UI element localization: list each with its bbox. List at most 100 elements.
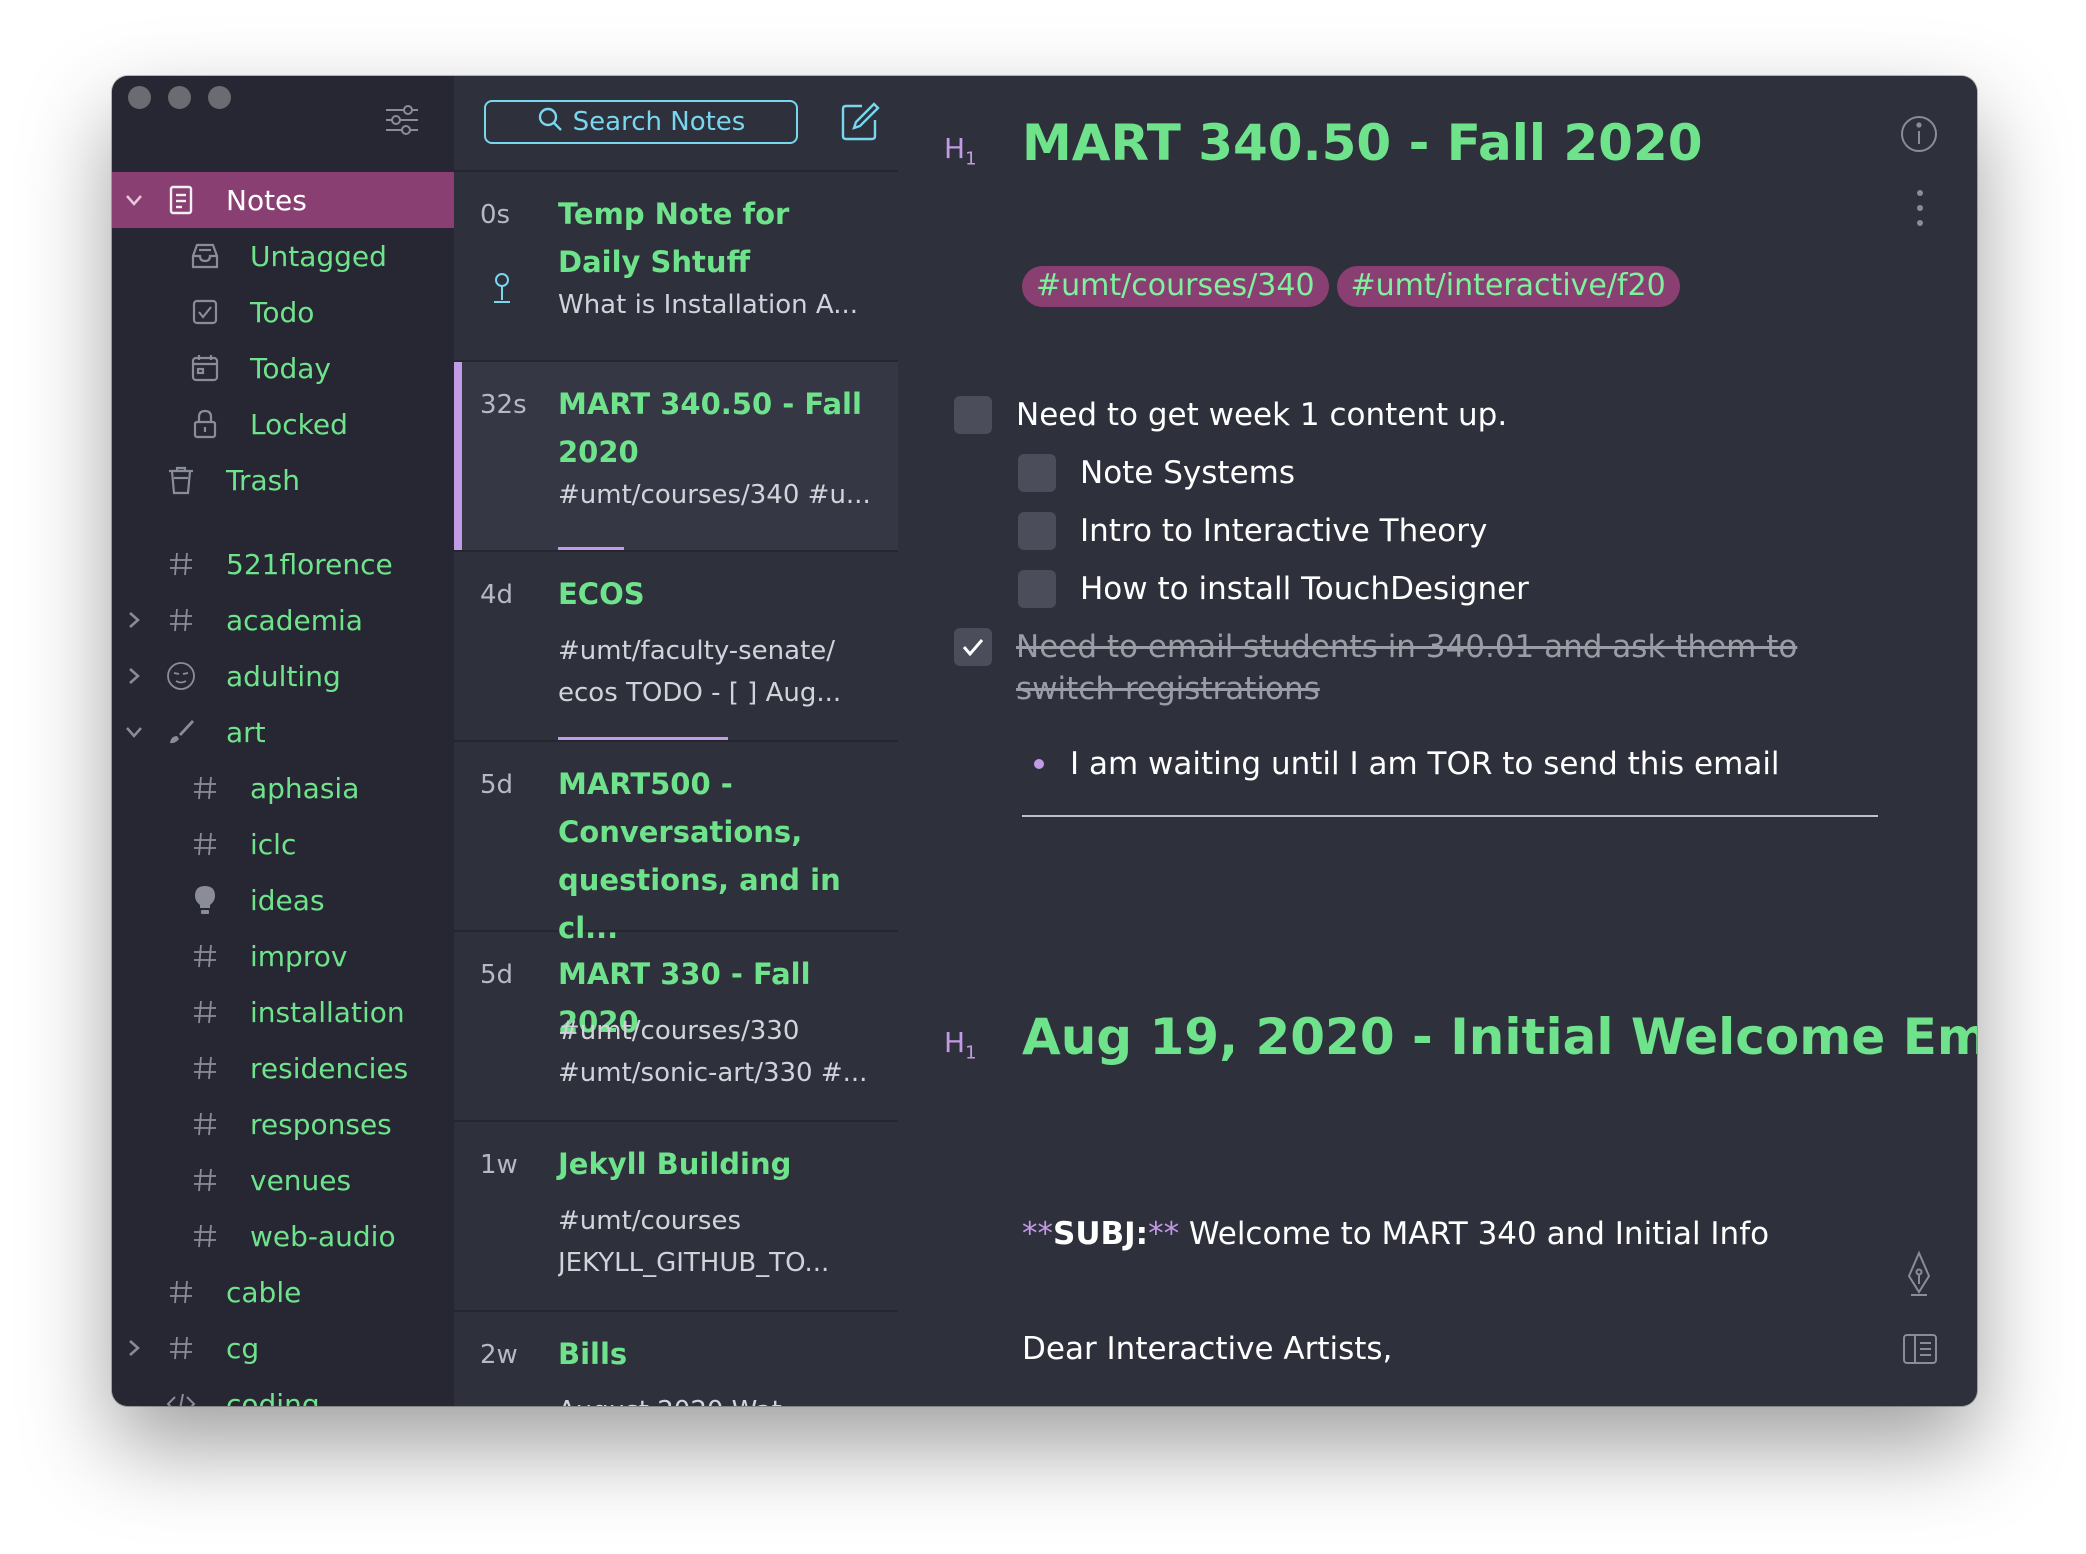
todo-item-done: Need to email students in 340.01 and ask… — [954, 628, 1846, 710]
heading-marker: H1 — [944, 132, 977, 170]
todo-checkbox[interactable] — [1018, 454, 1056, 492]
note-age: 32s — [480, 390, 527, 420]
sidebar-tag-residencies[interactable]: residencies — [112, 1040, 454, 1096]
heading-marker: H1 — [944, 1026, 977, 1064]
sidebar-item-label: Notes — [226, 183, 307, 217]
chevron-right-icon[interactable] — [122, 1336, 146, 1360]
todo-checkbox[interactable] — [1018, 512, 1056, 550]
sidebar-item-label: Todo — [250, 295, 315, 329]
close-window-button[interactable] — [128, 86, 151, 109]
sidebar-item-label: ideas — [250, 883, 325, 917]
sidebar-tag-cable[interactable]: cable — [112, 1264, 454, 1320]
hash-icon — [188, 1163, 222, 1197]
note-age: 1w — [480, 1150, 518, 1180]
hash-icon — [188, 1107, 222, 1141]
compose-icon[interactable] — [838, 100, 882, 144]
note-item[interactable]: 2w Bills August 2020 Wat... — [454, 1312, 898, 1406]
note-title: ECOS — [558, 577, 645, 611]
sidebar-tag-cg[interactable]: cg — [112, 1320, 454, 1376]
tag-pill[interactable]: #umt/courses/340 — [1022, 266, 1329, 307]
chevron-down-icon[interactable] — [122, 188, 146, 212]
sidebar-item-label: academia — [226, 603, 363, 637]
chevron-down-icon[interactable] — [122, 720, 146, 744]
todo-text: Note Systems — [1080, 455, 1295, 491]
sidebar-tag-venues[interactable]: venues — [112, 1152, 454, 1208]
window-controls — [128, 86, 231, 109]
sidebar-tag-coding[interactable]: coding — [112, 1376, 454, 1406]
sidebar-item-locked[interactable]: Locked — [112, 396, 454, 452]
hash-icon — [188, 995, 222, 1029]
sidebar-tag-ideas[interactable]: ideas — [112, 872, 454, 928]
lightbulb-icon — [188, 883, 222, 917]
sidebar-tag-521florence[interactable]: 521florence — [112, 536, 454, 592]
note-item[interactable]: 1w Jekyll Building #umt/courses JEKYLL_G… — [454, 1122, 898, 1312]
search-input[interactable]: Search Notes — [484, 100, 798, 144]
note-title: MART 340.50 - Fall 2020 — [558, 387, 862, 469]
sidebar-item-notes[interactable]: Notes — [112, 172, 454, 228]
note-age: 0s — [480, 200, 511, 230]
bullet-text: I am waiting until I am TOR to send this… — [1070, 746, 1780, 782]
sidebar-tag-academia[interactable]: academia — [112, 592, 454, 648]
sidebar-tag-art[interactable]: art — [112, 704, 454, 760]
chevron-right-icon[interactable] — [122, 608, 146, 632]
note-preview: What is Installation A... — [558, 290, 859, 320]
note-item[interactable]: 5d MART 330 - Fall 2020 #umt/courses/330… — [454, 932, 898, 1122]
todo-checkbox[interactable] — [1018, 570, 1056, 608]
sliders-icon[interactable] — [384, 102, 420, 138]
note-title-heading: MART 340.50 - Fall 2020 — [1022, 114, 1703, 172]
sidebar-item-label: coding — [226, 1387, 320, 1407]
todo-item: Note Systems — [1018, 454, 1295, 494]
lock-icon — [188, 407, 222, 441]
note-item[interactable]: 4d ECOS #umt/faculty-senate/ ecos TODO -… — [454, 552, 898, 742]
sidebar-item-label: improv — [250, 939, 348, 973]
hash-icon — [164, 1331, 198, 1365]
sidebar-item-label: cg — [226, 1331, 260, 1365]
todo-checkbox[interactable] — [954, 396, 992, 434]
sidebar-item-label: 521florence — [226, 547, 393, 581]
todo-item: Need to get week 1 content up. — [954, 396, 1507, 436]
chevron-right-icon[interactable] — [122, 664, 146, 688]
note-item[interactable]: 0s Temp Note for Daily Shtuff What is In… — [454, 172, 898, 362]
pen-icon[interactable] — [1901, 1250, 1937, 1298]
todo-item: Intro to Interactive Theory — [1018, 512, 1487, 552]
note-preview-line2: JEKYLL_GITHUB_TO... — [558, 1248, 830, 1278]
note-age: 2w — [480, 1340, 518, 1370]
hash-icon — [188, 1051, 222, 1085]
sidebar-tag-improv[interactable]: improv — [112, 928, 454, 984]
sidebar-tag-iclc[interactable]: iclc — [112, 816, 454, 872]
tag-pill[interactable]: #umt/interactive/f20 — [1336, 266, 1680, 307]
sidebar-item-label: art — [226, 715, 266, 749]
note-item[interactable]: 5d MART500 - Conversations, questions, a… — [454, 742, 898, 945]
sidebar-item-label: iclc — [250, 827, 297, 861]
horizontal-rule — [1022, 815, 1878, 817]
sidebar-tag-aphasia[interactable]: aphasia — [112, 760, 454, 816]
info-icon[interactable] — [1899, 114, 1939, 154]
note-item-selected[interactable]: 32s MART 340.50 - Fall 2020 #umt/courses… — [454, 362, 898, 552]
minimize-window-button[interactable] — [168, 86, 191, 109]
note-preview: #umt/courses/330 — [558, 1016, 800, 1046]
todo-checkbox-checked[interactable] — [954, 628, 992, 666]
more-vertical-icon[interactable] — [1913, 188, 1927, 228]
subject-line: **SUBJ:** Welcome to MART 340 and Initia… — [1022, 1216, 1770, 1252]
note-progress — [558, 547, 624, 550]
sidebar-tag-adulting[interactable]: adulting — [112, 648, 454, 704]
sidebar-item-today[interactable]: Today — [112, 340, 454, 396]
sidebar-item-untagged[interactable]: Untagged — [112, 228, 454, 284]
hash-icon — [164, 1275, 198, 1309]
note-preview-line2: ecos TODO - [ ] Aug... — [558, 678, 842, 708]
sidebar-item-label: venues — [250, 1163, 352, 1197]
sidebar-item-todo[interactable]: Todo — [112, 284, 454, 340]
zoom-window-button[interactable] — [208, 86, 231, 109]
sidebar-toggle-icon[interactable] — [1901, 1330, 1939, 1368]
inbox-icon — [188, 239, 222, 273]
note-progress — [558, 737, 728, 740]
sidebar-tag-web-audio[interactable]: web-audio — [112, 1208, 454, 1264]
sidebar-list: Notes Untagged Todo Today Locked Trash 5… — [112, 172, 454, 1406]
sidebar-tag-installation[interactable]: installation — [112, 984, 454, 1040]
sidebar-tag-responses[interactable]: responses — [112, 1096, 454, 1152]
editor-pane[interactable]: H1 MART 340.50 - Fall 2020 #umt/courses/… — [898, 76, 1977, 1406]
sidebar-item-trash[interactable]: Trash — [112, 452, 454, 508]
trash-icon — [164, 463, 198, 497]
sidebar: Notes Untagged Todo Today Locked Trash 5… — [112, 76, 454, 1406]
